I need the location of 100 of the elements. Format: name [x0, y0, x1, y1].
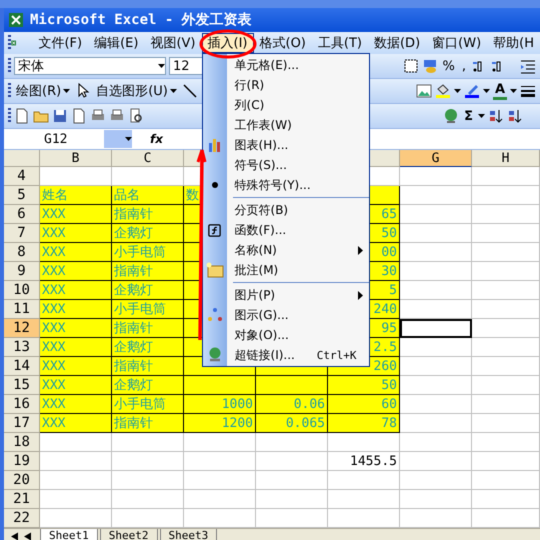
row-header[interactable]: 5 — [4, 186, 40, 205]
row-header[interactable]: 8 — [4, 243, 40, 262]
row-header[interactable]: 11 — [4, 300, 40, 319]
column-header[interactable]: H — [472, 150, 540, 167]
submenu-arrow-icon — [358, 290, 363, 300]
table-cell — [472, 490, 540, 509]
table-cell — [256, 471, 328, 490]
row-header[interactable]: 15 — [4, 376, 40, 395]
table-cell — [400, 186, 472, 205]
row-header[interactable]: 7 — [4, 224, 40, 243]
table-cell — [472, 262, 540, 281]
sum-button[interactable]: Σ — [462, 108, 475, 124]
row-header[interactable]: 12 — [4, 319, 40, 338]
menu-item[interactable]: 列(C) — [202, 95, 369, 115]
caret-icon — [478, 114, 485, 118]
autoshapes-menu-button[interactable]: 自选图形(U) — [94, 82, 179, 100]
coins-icon[interactable] — [422, 58, 438, 74]
row-header[interactable]: 22 — [4, 509, 40, 528]
table-cell — [112, 471, 184, 490]
table-cell: XXX — [40, 300, 112, 319]
picture-icon[interactable] — [416, 83, 432, 99]
active-cell — [400, 319, 472, 338]
table-cell: 60 — [328, 395, 400, 414]
row-header[interactable]: 13 — [4, 338, 40, 357]
table-cell: XXX — [40, 414, 112, 433]
globe-icon[interactable] — [443, 108, 460, 124]
format-button[interactable]: % — [440, 58, 457, 74]
function-label: fx — [150, 132, 163, 146]
save-icon[interactable] — [52, 108, 68, 124]
menu-bar-item[interactable]: 视图(V) — [144, 33, 202, 53]
menu-item[interactable]: 图表(H)... — [202, 135, 369, 155]
window-title: Microsoft Excel - 外发工资表 — [30, 11, 252, 29]
sort-icon[interactable] — [488, 108, 504, 124]
note-icon — [206, 262, 224, 278]
row-header[interactable]: 18 — [4, 433, 40, 452]
table-cell: 企鹅灯 — [112, 376, 184, 395]
menu-bar-item[interactable]: 工具(T) — [312, 33, 368, 53]
table-cell: 指南针 — [112, 262, 184, 281]
table-cell — [472, 319, 540, 338]
table-cell — [40, 433, 112, 452]
row-header[interactable]: 10 — [4, 281, 40, 300]
paint-bucket-icon[interactable] — [434, 83, 451, 99]
menu-item[interactable]: 行(R) — [202, 75, 369, 95]
draw-menu-button[interactable]: 绘图(R) — [14, 82, 72, 100]
table-cell — [40, 490, 112, 509]
sort-icon[interactable] — [507, 108, 523, 124]
menu-bar-item[interactable]: 文件(F) — [32, 33, 88, 53]
row-header[interactable]: 19 — [4, 452, 40, 471]
sheet-tab[interactable]: Sheet2 — [100, 529, 158, 540]
font-color-button[interactable]: A — [492, 82, 507, 100]
table-cell — [472, 186, 540, 205]
row-header[interactable]: 21 — [4, 490, 40, 509]
menu-item[interactable]: 单元格(E)... — [202, 55, 369, 75]
table-cell — [400, 433, 472, 452]
sheet-tab[interactable]: Sheet3 — [160, 529, 218, 540]
indent-icon[interactable] — [520, 58, 536, 74]
border-icon[interactable] — [402, 58, 418, 74]
table-cell — [472, 452, 540, 471]
table-cell — [40, 509, 112, 528]
table-cell — [400, 509, 472, 528]
table-cell — [400, 452, 472, 471]
row-header[interactable]: 9 — [4, 262, 40, 281]
document-icon[interactable] — [14, 108, 30, 124]
pen-icon[interactable] — [464, 83, 480, 99]
table-cell — [400, 281, 472, 300]
line-style-icon[interactable] — [520, 83, 536, 99]
table-cell — [184, 433, 256, 452]
column-header[interactable]: B — [40, 150, 112, 167]
table-cell: XXX — [40, 224, 112, 243]
document-icon[interactable] — [71, 108, 87, 124]
table-cell — [40, 167, 112, 186]
row-header[interactable]: 16 — [4, 395, 40, 414]
menu-item[interactable]: 工作表(W) — [202, 115, 369, 135]
menu-bar-item[interactable]: 数据(D) — [368, 33, 426, 53]
spreadsheet-icon — [8, 12, 24, 28]
table-cell — [472, 338, 540, 357]
font-dropdown[interactable]: 宋体 — [14, 57, 166, 75]
menu-bar-item[interactable]: 窗口(W) — [426, 33, 488, 53]
table-cell — [400, 414, 472, 433]
row-header[interactable]: 14 — [4, 357, 40, 376]
row-header[interactable]: 17 — [4, 414, 40, 433]
font-size-dropdown[interactable]: 12 — [169, 57, 205, 75]
menu-bar-item[interactable]: 帮助(H — [487, 33, 540, 53]
column-header[interactable]: G — [400, 150, 472, 167]
menu-bar-item[interactable]: 编辑(E) — [88, 33, 144, 53]
table-cell: 企鹅灯 — [112, 224, 184, 243]
line-icon[interactable] — [182, 83, 198, 99]
row-header[interactable]: 6 — [4, 205, 40, 224]
magnifier-icon[interactable] — [128, 108, 144, 124]
menu-bar-item[interactable]: 格式(O) — [254, 33, 312, 53]
table-cell: 1200 — [184, 414, 256, 433]
caret-icon — [125, 137, 132, 141]
menu-item[interactable]: 符号(S)... — [202, 155, 369, 175]
format-button[interactable]: , — [460, 58, 468, 74]
row-header[interactable]: 20 — [4, 471, 40, 490]
table-cell: 企鹅灯 — [112, 281, 184, 300]
caret-icon — [170, 89, 177, 93]
row-header[interactable]: 4 — [4, 167, 40, 186]
sheet-tab[interactable]: Sheet1 — [40, 529, 98, 540]
column-header[interactable]: C — [112, 150, 184, 167]
